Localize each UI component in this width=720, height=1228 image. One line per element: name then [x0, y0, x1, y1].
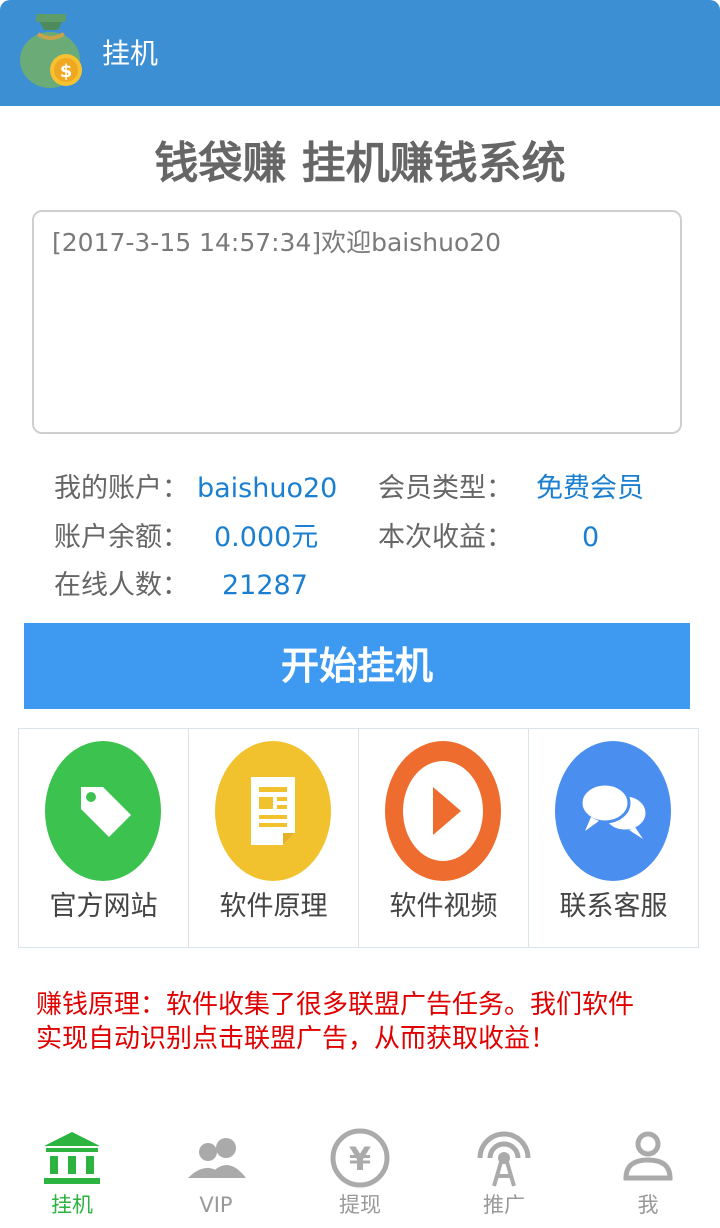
- tab-me[interactable]: 我: [576, 1118, 720, 1228]
- earnings-value: 0: [582, 522, 600, 553]
- start-button[interactable]: 开始挂机: [24, 623, 690, 709]
- feature-label: 软件视频: [389, 891, 498, 922]
- svg-text:$: $: [60, 61, 73, 82]
- tab-hangup[interactable]: 挂机: [0, 1118, 144, 1228]
- broadcast-icon: [477, 1131, 531, 1187]
- balance-value: 0.000元: [214, 522, 319, 553]
- feature-label: 软件原理: [219, 891, 328, 922]
- header-title: 挂机: [102, 37, 159, 70]
- feature-grid: 官方网站 软件原理 软件视频 联系客服: [18, 728, 702, 948]
- log-box: [2017-3-15 14:57:34]欢迎baishuo20: [32, 210, 682, 434]
- svg-text:¥: ¥: [349, 1140, 371, 1178]
- earning-principle-notice: 赚钱原理：软件收集了很多联盟广告任务。我们软件 实现自动识别点击联盟广告，从而获…: [36, 988, 696, 1056]
- feature-label: 联系客服: [559, 891, 668, 922]
- online-label: 在线人数：: [54, 570, 189, 601]
- earnings-label: 本次收益：: [378, 522, 513, 553]
- tab-label: 提现: [339, 1193, 381, 1217]
- account-value: baishuo20: [197, 473, 338, 504]
- person-icon: [623, 1131, 673, 1181]
- balance-label: 账户余额：: [54, 522, 189, 553]
- tab-label: 我: [637, 1193, 659, 1217]
- feature-label: 官方网站: [49, 891, 158, 922]
- member-type-label: 会员类型：: [378, 473, 513, 504]
- document-icon: [215, 741, 331, 881]
- yen-icon: ¥: [330, 1128, 390, 1188]
- tag-icon: [45, 741, 161, 881]
- tab-promote[interactable]: 推广: [432, 1118, 576, 1228]
- tab-label: VIP: [199, 1193, 233, 1217]
- log-line: [2017-3-15 14:57:34]欢迎baishuo20: [52, 228, 502, 257]
- notice-line: 实现自动识别点击联盟广告，从而获取收益！: [36, 1024, 557, 1054]
- bottom-tab-bar: 挂机 VIP ¥ 提现 推广 我: [0, 1118, 720, 1228]
- tab-label: 推广: [483, 1193, 525, 1217]
- users-icon: [188, 1138, 246, 1178]
- bank-icon: [44, 1132, 100, 1184]
- feature-official-site[interactable]: 官方网站: [18, 728, 189, 948]
- chat-icon: [555, 741, 671, 881]
- tab-vip[interactable]: VIP: [144, 1118, 288, 1228]
- app-header: $ 挂机: [0, 0, 720, 106]
- online-value: 21287: [222, 570, 308, 601]
- tab-withdraw[interactable]: ¥ 提现: [288, 1118, 432, 1228]
- page-title: 钱袋赚 挂机赚钱系统: [154, 138, 566, 189]
- tab-label: 挂机: [51, 1193, 93, 1217]
- notice-line: 赚钱原理：软件收集了很多联盟广告任务。我们软件: [36, 990, 635, 1020]
- money-bag-icon: $: [20, 14, 82, 88]
- feature-principle[interactable]: 软件原理: [188, 728, 359, 948]
- account-label: 我的账户：: [54, 473, 189, 504]
- member-type-value: 免费会员: [536, 473, 644, 504]
- feature-support[interactable]: 联系客服: [528, 728, 699, 948]
- play-icon: [385, 741, 501, 881]
- feature-video[interactable]: 软件视频: [358, 728, 529, 948]
